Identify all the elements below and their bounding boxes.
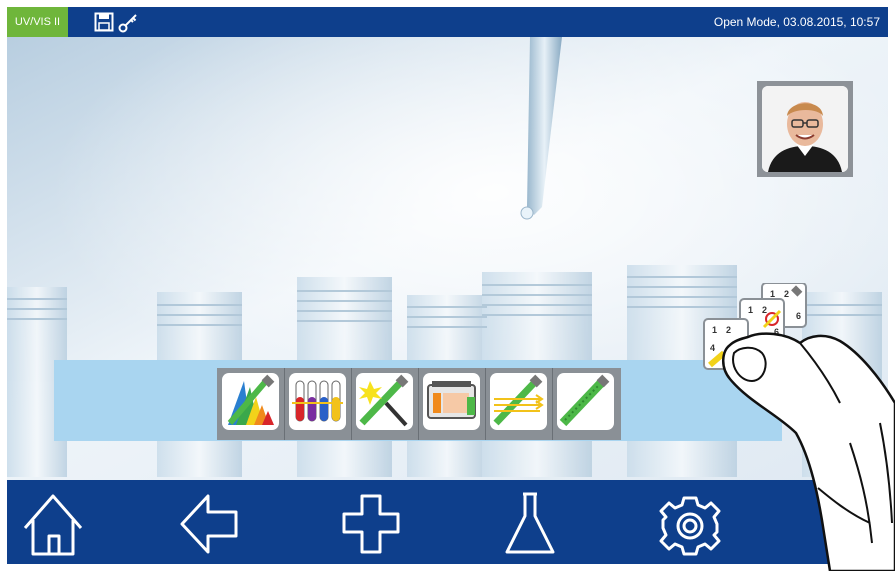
user-photo (762, 86, 848, 172)
card-number: 2 (726, 325, 731, 335)
device-mode-badge[interactable]: UV/VIS II (7, 7, 68, 37)
user-avatar-button[interactable] (757, 81, 853, 177)
separator (351, 368, 352, 440)
separator (418, 368, 419, 440)
swipe-hand-illustration: 1 2 6 1 2 6 1 2 4 (700, 282, 895, 571)
multi-wavelength-tubes-icon[interactable] (289, 373, 346, 430)
separator (552, 368, 553, 440)
single-wavelength-icon[interactable] (490, 373, 547, 430)
flask-icon[interactable] (491, 488, 571, 560)
app-screen: UV/VIS II Open Mode, 03.08.2015, 10:57 1… (0, 0, 895, 571)
home-icon[interactable] (15, 488, 95, 560)
method-launcher-panel (54, 360, 782, 441)
card-number: 2 (784, 289, 789, 299)
card-number: 2 (762, 305, 767, 315)
multi-cell-icon[interactable] (423, 373, 480, 430)
save-icon[interactable] (94, 12, 114, 32)
card-number: 4 (710, 343, 715, 353)
card-number: 1 (748, 305, 753, 315)
kinetics-flash-icon[interactable] (356, 373, 413, 430)
back-arrow-icon[interactable] (172, 488, 252, 560)
card-number: 1 (712, 325, 717, 335)
separator (485, 368, 486, 440)
method-toolbar (217, 368, 621, 440)
mode-datetime-label: Open Mode, 03.08.2015, 10:57 (713, 15, 880, 29)
key-icon[interactable] (118, 12, 140, 34)
spectrum-scan-icon[interactable] (222, 373, 279, 430)
card-number: 1 (770, 289, 775, 299)
quantification-icon[interactable] (557, 373, 614, 430)
separator (284, 368, 285, 440)
add-icon[interactable] (332, 488, 412, 560)
status-bar: UV/VIS II Open Mode, 03.08.2015, 10:57 (7, 7, 888, 37)
card-number: 6 (796, 311, 801, 321)
